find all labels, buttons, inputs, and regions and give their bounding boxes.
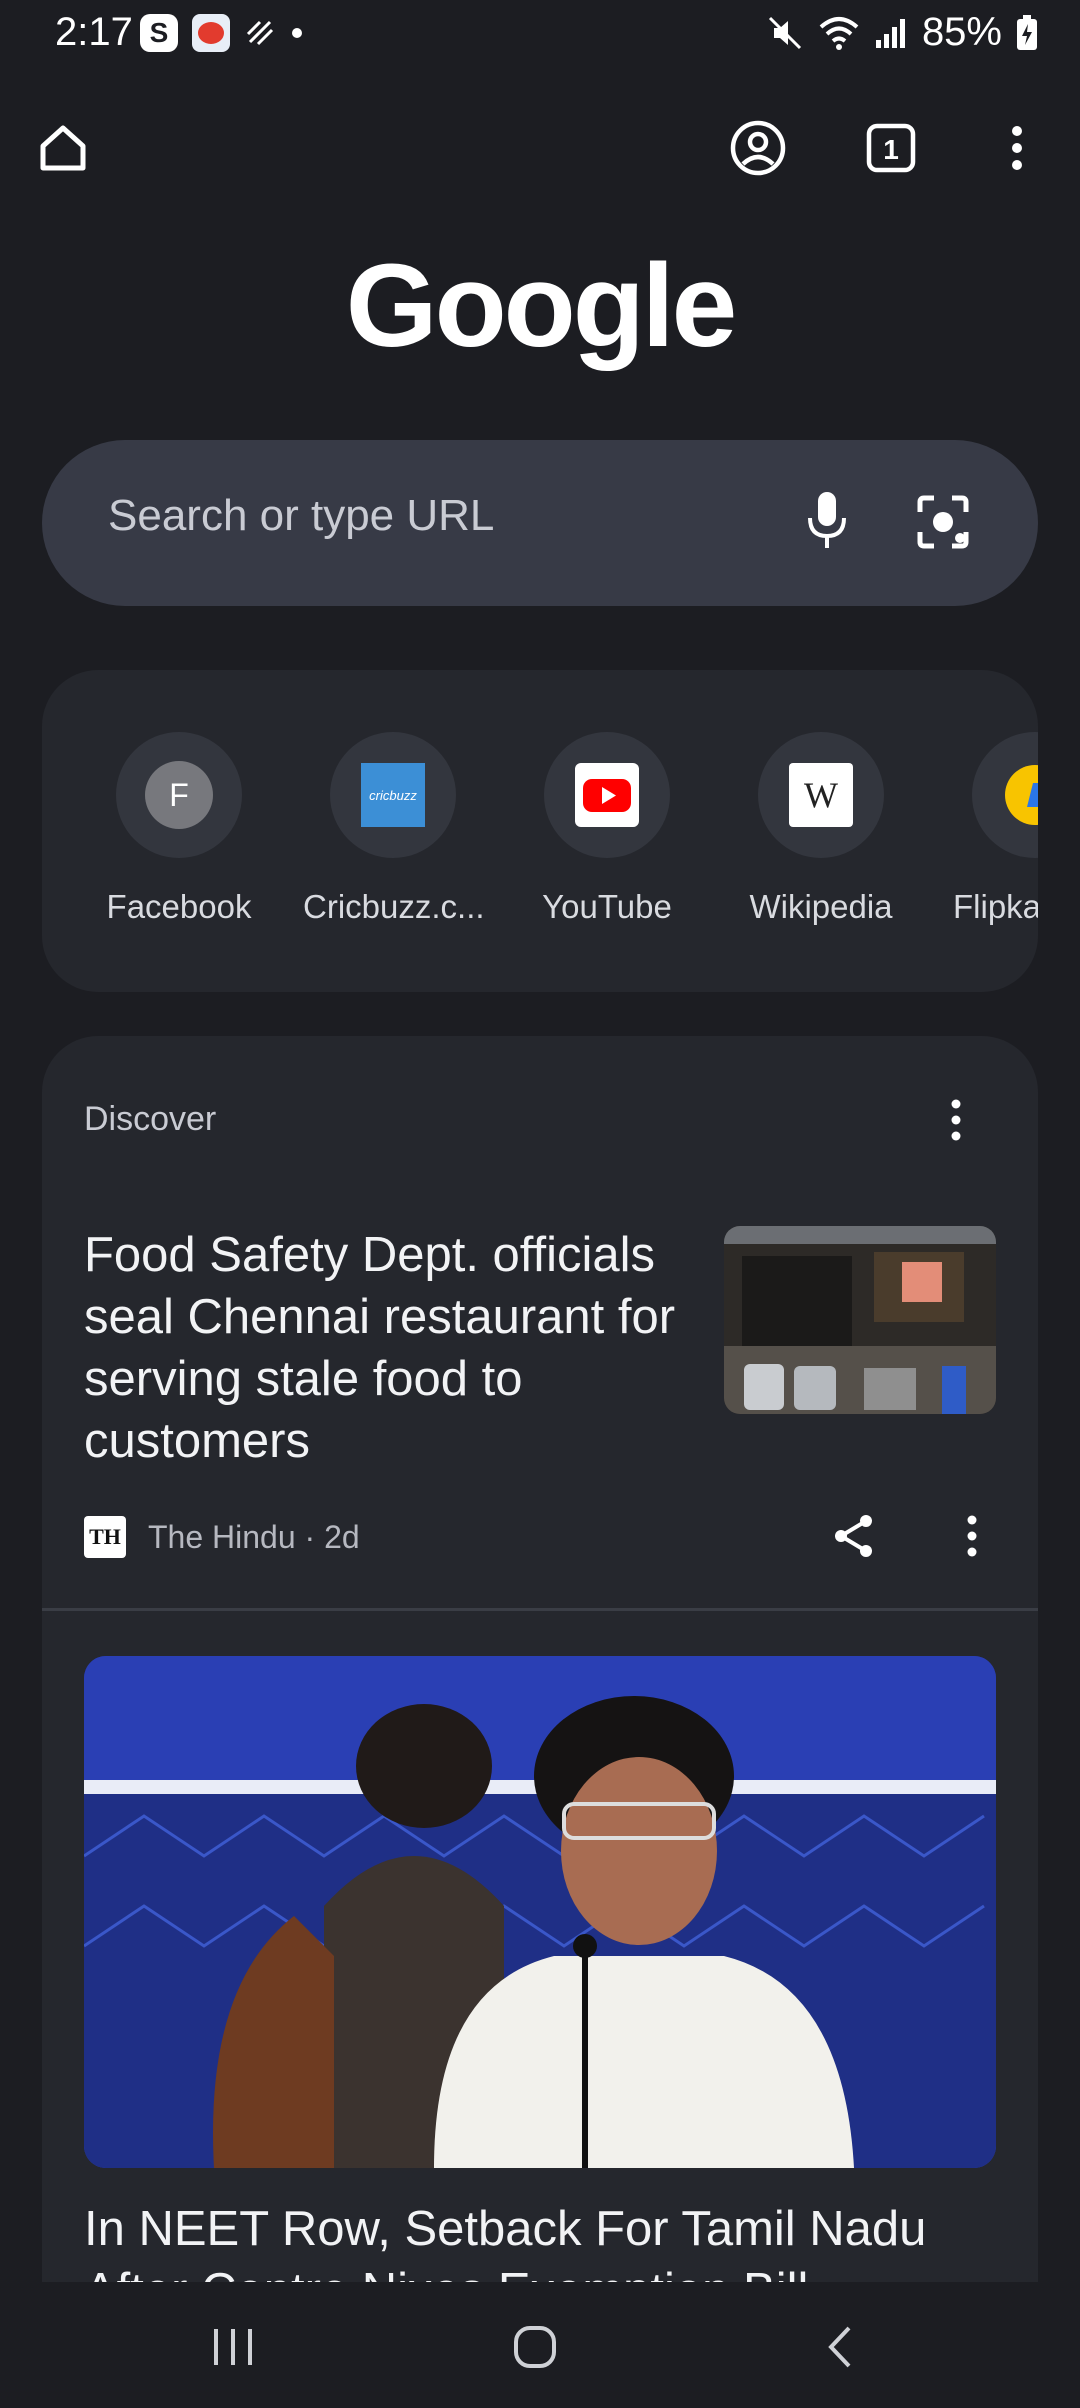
mute-icon bbox=[768, 16, 801, 49]
system-nav-bar bbox=[0, 2282, 1080, 2408]
menu-button[interactable] bbox=[987, 118, 1047, 178]
article-image[interactable] bbox=[84, 1656, 996, 2168]
camera-lens-icon bbox=[917, 495, 969, 549]
account-icon bbox=[730, 120, 786, 176]
press-conference-photo bbox=[84, 1656, 996, 2168]
search-box[interactable] bbox=[42, 440, 1038, 606]
recent-apps-button[interactable] bbox=[193, 2312, 273, 2382]
shortcut-label: Wikipedia bbox=[749, 888, 893, 925]
article-thumbnail[interactable] bbox=[724, 1226, 996, 1414]
shortcut-facebook[interactable]: F Facebook bbox=[89, 732, 269, 926]
status-time: 2:17 bbox=[55, 10, 133, 54]
battery-percentage: 85% bbox=[921, 10, 1002, 54]
more-vert-icon bbox=[967, 1515, 977, 1557]
home-button[interactable] bbox=[33, 118, 93, 178]
wikipedia-icon: W bbox=[789, 763, 853, 827]
voice-search-button[interactable] bbox=[792, 486, 862, 563]
shortcut-icon-container: cricbuzz bbox=[330, 732, 456, 858]
restaurant-photo bbox=[724, 1226, 996, 1414]
shortcut-label: Flipkar bbox=[953, 888, 1038, 925]
youtube-icon bbox=[575, 763, 639, 827]
notification-app-icon bbox=[192, 14, 230, 52]
article-title[interactable]: Food Safety Dept. officials seal Chennai… bbox=[84, 1224, 684, 1472]
shortcut-icon-container: F bbox=[116, 732, 242, 858]
article-menu-button[interactable] bbox=[942, 1506, 1002, 1566]
shortcut-icon-container: W bbox=[758, 732, 884, 858]
notification-s-icon: S bbox=[140, 14, 178, 52]
battery-charging-icon bbox=[1017, 14, 1037, 50]
shortcut-youtube[interactable]: YouTube bbox=[517, 732, 697, 926]
status-bar: 2:17 S 85% bbox=[0, 0, 1080, 70]
notification-dot-icon bbox=[292, 28, 302, 38]
article-source: TH The Hindu · 2d bbox=[84, 1516, 360, 1558]
back-button[interactable] bbox=[800, 2312, 880, 2382]
account-button[interactable] bbox=[728, 118, 788, 178]
mic-icon bbox=[808, 492, 846, 548]
cricbuzz-icon: cricbuzz bbox=[361, 763, 425, 827]
flipkart-icon bbox=[1005, 765, 1038, 825]
source-text: The Hindu · 2d bbox=[148, 1518, 360, 1555]
signal-icon bbox=[875, 18, 905, 48]
notification-icons: S bbox=[140, 14, 302, 52]
discover-feed: Discover Food Safety Dept. officials sea… bbox=[42, 1036, 1038, 2408]
shortcut-flipkart[interactable]: Flipkar bbox=[945, 732, 1038, 926]
more-vert-icon bbox=[951, 1099, 961, 1141]
discover-title: Discover bbox=[84, 1100, 217, 1138]
status-right: 85% bbox=[766, 10, 1038, 55]
divider bbox=[42, 1608, 1038, 1611]
shortcut-cricbuzz[interactable]: cricbuzz Cricbuzz.c... bbox=[303, 732, 485, 926]
tab-count: 1 bbox=[883, 134, 899, 165]
shortcut-wikipedia[interactable]: W Wikipedia bbox=[731, 732, 911, 926]
google-logo: Google bbox=[345, 240, 737, 372]
shortcut-icon-container bbox=[972, 732, 1038, 858]
lens-search-button[interactable] bbox=[908, 486, 978, 563]
home-icon bbox=[40, 125, 86, 171]
browser-toolbar: 1 bbox=[0, 100, 1080, 190]
shortcut-label: Cricbuzz.c... bbox=[303, 888, 485, 925]
more-vert-icon bbox=[1012, 126, 1022, 170]
tab-switcher-button[interactable]: 1 bbox=[861, 118, 921, 178]
search-input[interactable] bbox=[106, 490, 750, 542]
shortcut-label: Facebook bbox=[106, 888, 252, 925]
shortcut-label: YouTube bbox=[542, 888, 672, 925]
wifi-icon bbox=[819, 16, 859, 50]
recent-apps-icon bbox=[214, 2329, 252, 2365]
home-nav-button[interactable] bbox=[495, 2312, 575, 2382]
share-icon bbox=[835, 1515, 872, 1557]
shortcuts-panel: F Facebook cricbuzz Cricbuzz.c... YouTub… bbox=[42, 670, 1038, 992]
home-circle-icon bbox=[514, 2326, 556, 2368]
the-hindu-logo: TH bbox=[84, 1516, 126, 1558]
tab-switcher-icon: 1 bbox=[866, 123, 916, 173]
shortcut-icon-container bbox=[544, 732, 670, 858]
facebook-initial-icon: F bbox=[145, 761, 213, 829]
discover-menu-button[interactable] bbox=[926, 1090, 986, 1150]
share-button[interactable] bbox=[824, 1506, 884, 1566]
back-chevron-icon bbox=[828, 2326, 851, 2368]
notification-sync-icon bbox=[246, 20, 274, 46]
